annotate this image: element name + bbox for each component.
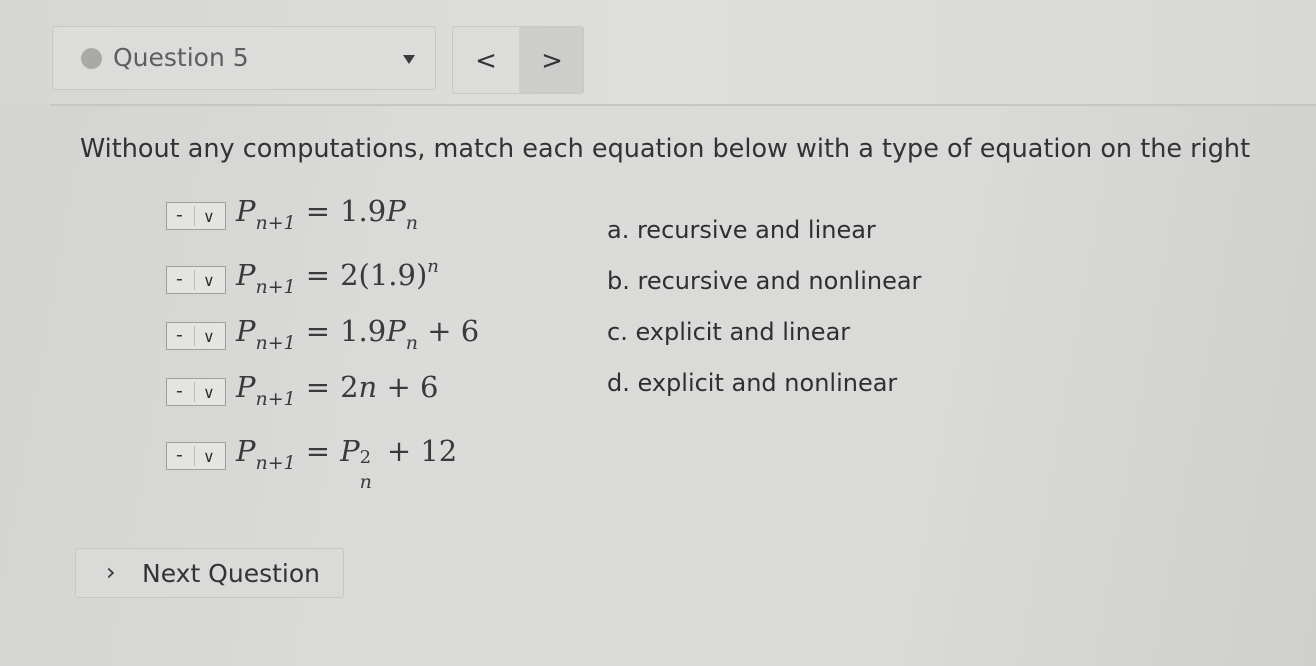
eq-rhs-sup: n (427, 256, 439, 277)
answer-select-value: - (176, 444, 183, 466)
eq-lhs-sub: n+1 (255, 388, 296, 410)
select-divider (194, 382, 195, 402)
equals-sign: = (305, 314, 331, 348)
answer-select[interactable]: - ∨ (166, 442, 226, 470)
answer-select[interactable]: - ∨ (166, 378, 226, 406)
next-question-label: Next Question (142, 559, 321, 588)
select-divider (194, 206, 195, 226)
eq-lhs-var: P (236, 434, 256, 468)
answer-select-value: - (176, 380, 183, 402)
eq-rhs-sub: n (405, 332, 418, 354)
equals-sign: = (305, 258, 331, 292)
chevron-right-icon: › (106, 558, 116, 586)
answer-select-value: - (176, 324, 183, 346)
equation: Pn+1 = P 2 n + 12 (236, 434, 458, 493)
equals-sign: = (305, 194, 331, 228)
eq-rhs-var: P (386, 194, 406, 228)
question-nav: < > (452, 26, 584, 94)
eq-rhs-tail: + 12 (386, 434, 458, 468)
equals-sign: = (305, 434, 331, 468)
eq-rhs-text: 2(1.9) (340, 258, 428, 292)
equals-sign: = (305, 370, 331, 404)
eq-rhs-text: 1.9 (340, 314, 387, 348)
option-a: a. recursive and linear (607, 216, 876, 244)
answer-select-value: - (176, 204, 183, 226)
eq-lhs-sub: n+1 (255, 276, 296, 298)
chevron-down-icon: ∨ (203, 271, 215, 290)
eq-rhs-tail: + 6 (386, 370, 439, 404)
caret-down-icon (403, 55, 415, 64)
select-divider (194, 446, 195, 466)
eq-lhs-sub: n+1 (255, 212, 296, 234)
eq-rhs-tail: + 6 (427, 314, 480, 348)
chevron-down-icon: ∨ (203, 383, 215, 402)
eq-lhs-sub: n+1 (255, 332, 296, 354)
eq-lhs-var: P (236, 258, 256, 292)
next-question-arrow-button[interactable]: > (519, 27, 583, 93)
chevron-down-icon: ∨ (203, 327, 215, 346)
eq-rhs-text: 1.9 (340, 194, 387, 228)
option-d: d. explicit and nonlinear (607, 369, 898, 397)
equation: Pn+1 = 1.9Pn + 6 (236, 314, 480, 353)
chevron-down-icon: ∨ (203, 447, 215, 466)
eq-lhs-var: P (236, 194, 256, 228)
option-b: b. recursive and nonlinear (607, 267, 922, 295)
equation: Pn+1 = 1.9Pn (236, 194, 418, 233)
eq-rhs-sub: n (359, 471, 372, 493)
equation: Pn+1 = 2n + 6 (236, 370, 439, 409)
eq-rhs-sup: 2 (359, 447, 372, 468)
eq-lhs-var: P (236, 314, 256, 348)
eq-rhs-var: P (340, 434, 360, 468)
chevron-down-icon: ∨ (203, 207, 215, 226)
answer-select[interactable]: - ∨ (166, 202, 226, 230)
answer-select-value: - (176, 268, 183, 290)
eq-lhs-sub: n+1 (255, 452, 296, 474)
question-dropdown[interactable]: Question 5 (52, 26, 436, 90)
eq-lhs-var: P (236, 370, 256, 404)
answer-select[interactable]: - ∨ (166, 322, 226, 350)
next-question-button[interactable]: › Next Question (75, 548, 344, 598)
answer-select[interactable]: - ∨ (166, 266, 226, 294)
header-divider (50, 104, 1316, 106)
option-c: c. explicit and linear (607, 318, 851, 346)
eq-rhs-text: 2 (340, 370, 359, 404)
eq-rhs-sub: n (405, 212, 418, 234)
eq-rhs-var: P (386, 314, 406, 348)
previous-question-button[interactable]: < (453, 27, 519, 93)
question-instruction: Without any computations, match each equ… (80, 134, 1251, 164)
status-dot-icon (81, 48, 102, 69)
select-divider (194, 270, 195, 290)
equation: Pn+1 = 2(1.9)n (236, 256, 439, 297)
eq-rhs-var: n (358, 370, 378, 404)
select-divider (194, 326, 195, 346)
question-label: Question 5 (113, 43, 249, 72)
